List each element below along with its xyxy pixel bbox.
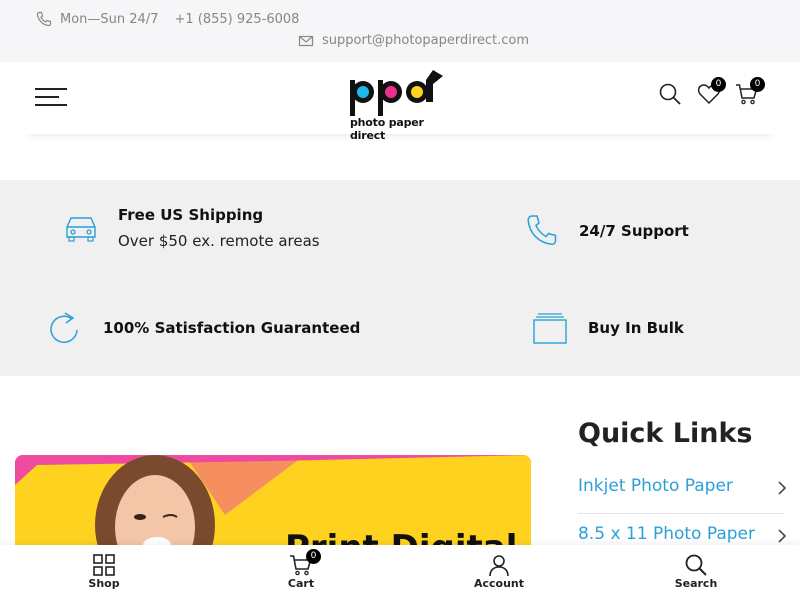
- refresh-icon: [50, 312, 78, 344]
- mail-icon: [298, 35, 314, 46]
- bottom-nav-search[interactable]: Search: [636, 545, 756, 600]
- bottom-nav-label: Shop: [88, 577, 120, 590]
- bottom-nav-cart[interactable]: 0 Cart: [241, 545, 361, 600]
- user-icon: [489, 555, 509, 577]
- feature-title: Free US Shipping: [118, 206, 264, 224]
- quick-link-item[interactable]: Inkjet Photo Paper: [578, 466, 787, 514]
- menu-line: [35, 88, 67, 90]
- phone-number[interactable]: +1 (855) 925-6008: [174, 12, 299, 27]
- feature-subtitle: Over $50 ex. remote areas: [118, 232, 320, 250]
- business-hours: Mon—Sun 24/7: [60, 11, 159, 27]
- stack-icon: [533, 313, 567, 344]
- menu-line: [35, 96, 59, 98]
- feature-title: 100% Satisfaction Guaranteed: [103, 319, 361, 337]
- wishlist-button[interactable]: 0: [697, 77, 726, 110]
- feature-satisfaction: 100% Satisfaction Guaranteed: [48, 310, 360, 346]
- search-icon: [685, 554, 707, 576]
- phone-icon: [36, 11, 52, 27]
- bottom-nav-shop[interactable]: Shop: [44, 545, 164, 600]
- feature-bulk: Buy In Bulk: [532, 312, 684, 344]
- logo-mark: [350, 70, 443, 116]
- bottom-nav-label: Search: [674, 577, 718, 590]
- promo-banner[interactable]: Print Digital: [15, 455, 531, 555]
- site-logo[interactable]: photo paper direct: [347, 66, 453, 142]
- site-header: photo paper direct 0 0: [25, 62, 775, 142]
- chevron-right-icon: [778, 481, 787, 495]
- grid-icon: [93, 554, 115, 576]
- features-section: Free US Shipping Over $50 ex. remote are…: [0, 180, 800, 376]
- phone-icon: [527, 215, 557, 246]
- quick-links-title: Quick Links: [578, 418, 753, 449]
- bottom-nav-label: Cart: [287, 577, 315, 590]
- email-row: support@photopaperdirect.com: [298, 33, 529, 48]
- cart-count-badge: 0: [750, 77, 765, 92]
- bottom-nav-account[interactable]: Account: [439, 545, 559, 600]
- logo-tagline: photo paper direct: [350, 116, 424, 142]
- header-cart-button[interactable]: 0: [735, 77, 765, 110]
- header-search-button[interactable]: [658, 82, 682, 110]
- banner-graphic: Print Digital: [15, 455, 531, 555]
- chevron-right-icon: [778, 529, 787, 543]
- car-icon: [66, 217, 96, 242]
- support-email[interactable]: support@photopaperdirect.com: [322, 33, 529, 48]
- feature-free-shipping: Free US Shipping Over $50 ex. remote are…: [64, 206, 320, 250]
- top-info-bar: Mon—Sun 24/7 +1 (855) 925-6008 support@p…: [0, 0, 800, 62]
- contact-row: Mon—Sun 24/7 +1 (855) 925-6008: [36, 11, 299, 27]
- menu-button[interactable]: [35, 88, 67, 108]
- bottom-nav-label: Account: [473, 577, 525, 590]
- quick-link-label: Inkjet Photo Paper: [578, 476, 733, 496]
- wishlist-count-badge: 0: [711, 77, 726, 92]
- menu-line: [35, 104, 67, 106]
- feature-support: 24/7 Support: [526, 214, 689, 248]
- feature-title: 24/7 Support: [579, 222, 689, 240]
- bottom-cart-badge: 0: [306, 549, 321, 564]
- quick-link-label: 8.5 x 11 Photo Paper: [578, 524, 755, 544]
- search-icon: [659, 83, 681, 105]
- feature-title: Buy In Bulk: [588, 319, 684, 337]
- bottom-nav: Shop 0 Cart Account Search: [0, 545, 800, 600]
